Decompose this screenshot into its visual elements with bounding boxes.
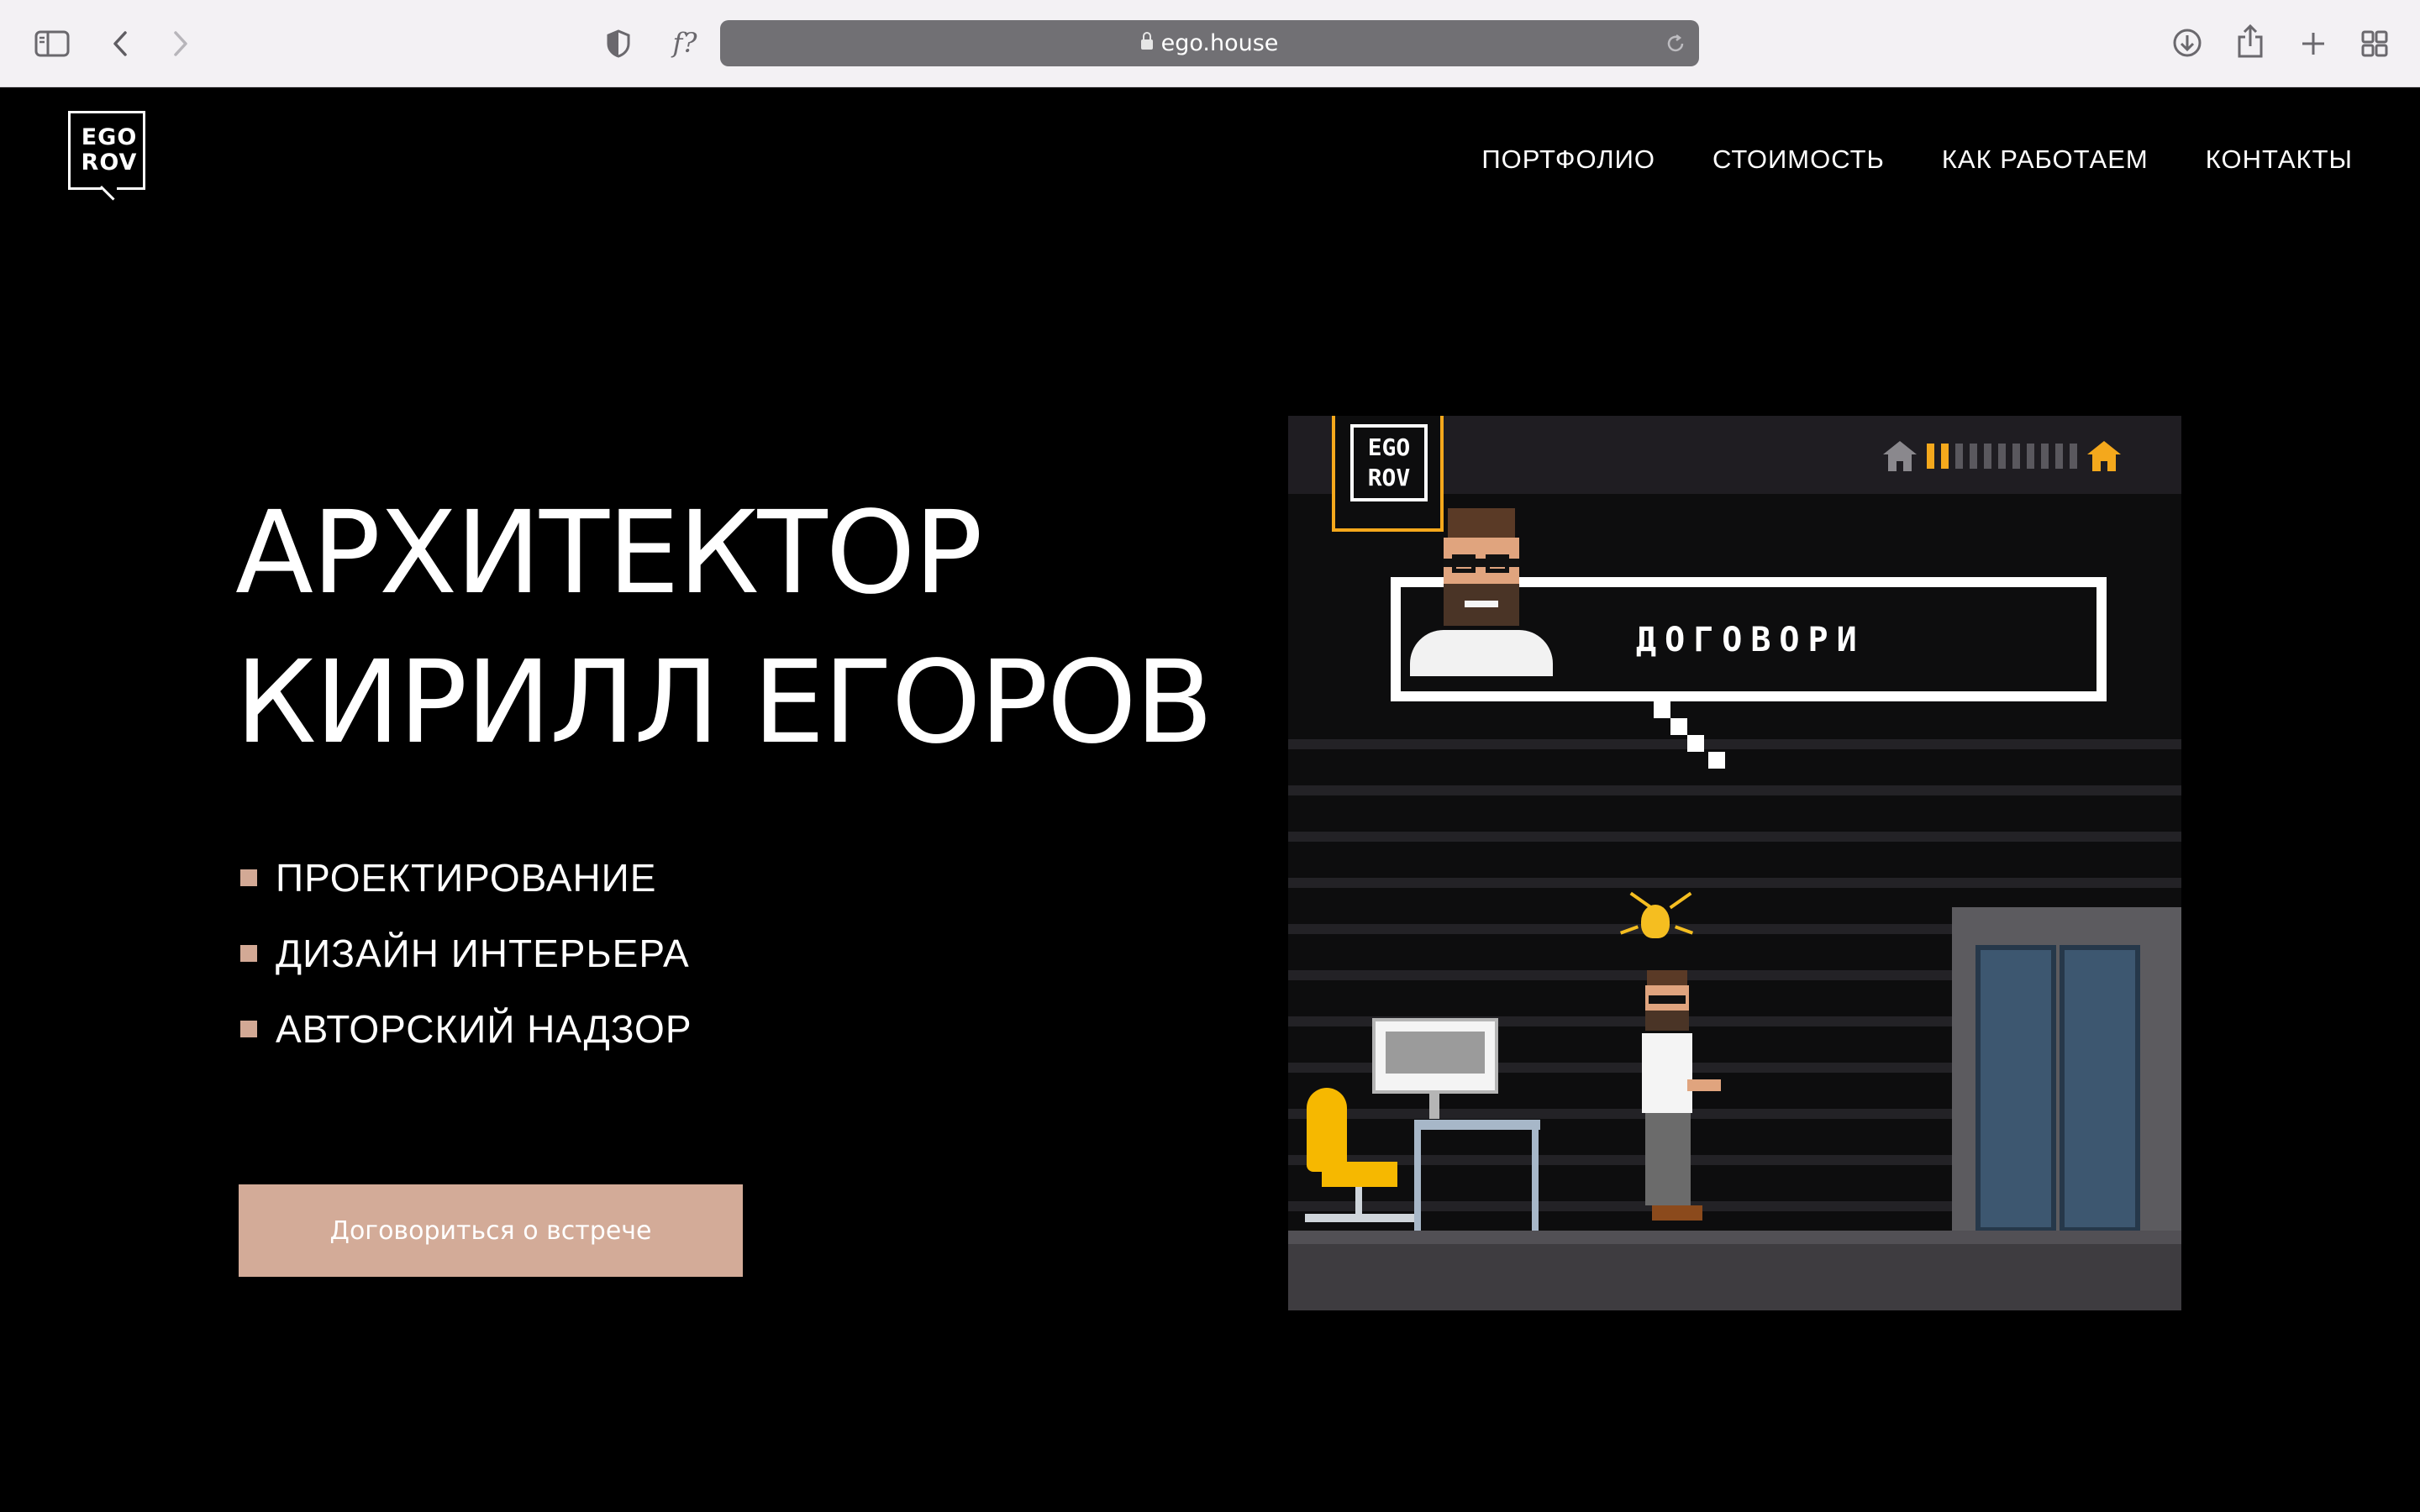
game-progress	[1883, 441, 2121, 471]
nav-contacts[interactable]: КОНТАКТЫ	[2206, 144, 2353, 175]
hero-title: АРХИТЕКТОР КИРИЛЛ ЕГОРОВ	[235, 479, 1244, 778]
monitor-stand	[1429, 1094, 1439, 1119]
chair-seat	[1322, 1162, 1397, 1187]
door-panel	[1975, 945, 2056, 1232]
hero-title-line-1: АРХИТЕКТОР	[235, 487, 983, 620]
download-icon[interactable]	[2170, 25, 2204, 60]
progress-segment	[1941, 444, 1949, 469]
back-icon[interactable]	[108, 27, 133, 60]
progress-segment	[1955, 444, 1963, 469]
floor	[1288, 1233, 2181, 1310]
forward-icon[interactable]	[168, 27, 193, 60]
nav-pricing[interactable]: СТОИМОСТЬ	[1712, 144, 1885, 175]
reload-icon[interactable]	[1664, 32, 1687, 55]
logo-line-1: EGO	[81, 124, 138, 150]
hero-title-line-2: КИРИЛЛ ЕГОРОВ	[235, 637, 1213, 769]
bullet-square-icon	[240, 1021, 257, 1037]
start-house-icon	[1883, 441, 1917, 471]
game-logo-line-2: ROV	[1367, 464, 1411, 491]
format-icon[interactable]: f?	[664, 24, 706, 62]
progress-segment	[2027, 444, 2034, 469]
progress-segment	[2070, 444, 2077, 469]
book-meeting-button[interactable]: Договориться о встрече	[239, 1184, 743, 1277]
sidebar-icon[interactable]	[34, 27, 71, 60]
floor-edge	[1288, 1231, 2181, 1244]
service-item: АВТОРСКИЙ НАДЗОР	[240, 991, 692, 1067]
logo-speech-tail	[102, 186, 117, 201]
url-display[interactable]: ego.house	[720, 20, 1699, 66]
desk-leg	[1532, 1130, 1539, 1232]
nav-how-we-work[interactable]: КАК РАБОТАЕМ	[1942, 144, 2149, 175]
desk	[1414, 1120, 1540, 1130]
site-logo[interactable]: EGO ROV	[68, 111, 150, 201]
logo-text: EGO ROV	[71, 125, 148, 176]
bubble-tail-pixel	[1654, 701, 1670, 718]
game-logo-line-1: EGO	[1367, 433, 1411, 461]
share-icon[interactable]	[2233, 22, 2267, 60]
bullet-square-icon	[240, 945, 257, 962]
lightbulb-ray	[1669, 891, 1692, 910]
new-tab-icon[interactable]	[2296, 27, 2330, 60]
progress-segment	[2012, 444, 2020, 469]
scanline	[1288, 785, 2181, 795]
service-item: ПРОЕКТИРОВАНИЕ	[240, 840, 692, 916]
bubble-tail-pixel	[1708, 752, 1725, 769]
lightbulb-icon	[1641, 905, 1670, 938]
address-bar[interactable]: ego.house	[720, 20, 1699, 66]
progress-segment	[1927, 444, 1934, 469]
speech-text: ДОГОВОРИ	[1636, 621, 1865, 659]
progress-segments	[1927, 444, 2077, 469]
progress-segment	[2041, 444, 2049, 469]
architect-portrait	[1410, 508, 1553, 693]
bubble-tail-pixel	[1687, 735, 1704, 752]
chair-base	[1305, 1214, 1414, 1222]
game-logo-frame: EGO ROV	[1350, 424, 1428, 501]
lightbulb-ray	[1629, 891, 1653, 910]
scanline	[1288, 832, 2181, 842]
bubble-tail-pixel	[1670, 718, 1687, 735]
nav-portfolio[interactable]: ПОРТФОЛИО	[1481, 144, 1655, 175]
main-nav: ПОРТФОЛИО СТОИМОСТЬ КАК РАБОТАЕМ КОНТАКТ…	[1481, 144, 2353, 175]
lock-icon	[1140, 32, 1153, 50]
pixel-game-scene[interactable]: EGO ROV ДОГОВОРИ	[1288, 416, 2181, 1310]
tab-overview-icon[interactable]	[2358, 27, 2391, 60]
scanline	[1288, 739, 2181, 749]
url-text: ego.house	[1160, 30, 1279, 56]
progress-segment	[2055, 444, 2063, 469]
progress-segment	[1998, 444, 2006, 469]
scanline	[1288, 878, 2181, 888]
chair-post	[1355, 1187, 1362, 1214]
progress-segment	[1984, 444, 1991, 469]
door-panel	[2060, 945, 2140, 1232]
office-chair	[1307, 1088, 1347, 1172]
progress-segment	[1970, 444, 1977, 469]
service-item: ДИЗАЙН ИНТЕРЬЕРА	[240, 916, 692, 991]
service-label: АВТОРСКИЙ НАДЗОР	[276, 1007, 692, 1051]
service-label: ДИЗАЙН ИНТЕРЬЕРА	[276, 932, 690, 975]
services-list: ПРОЕКТИРОВАНИЕ ДИЗАЙН ИНТЕРЬЕРА АВТОРСКИ…	[240, 840, 692, 1067]
architect-character	[1637, 970, 1721, 1231]
desk-leg	[1414, 1130, 1421, 1232]
bullet-square-icon	[240, 869, 257, 886]
logo-line-2: ROV	[81, 150, 138, 176]
computer-monitor	[1372, 1018, 1498, 1094]
service-label: ПРОЕКТИРОВАНИЕ	[276, 856, 657, 900]
goal-house-icon	[2087, 441, 2121, 471]
privacy-shield-icon[interactable]	[603, 27, 634, 60]
logo-frame: EGO ROV	[68, 111, 145, 190]
browser-toolbar: f? ego.house	[0, 0, 2420, 87]
